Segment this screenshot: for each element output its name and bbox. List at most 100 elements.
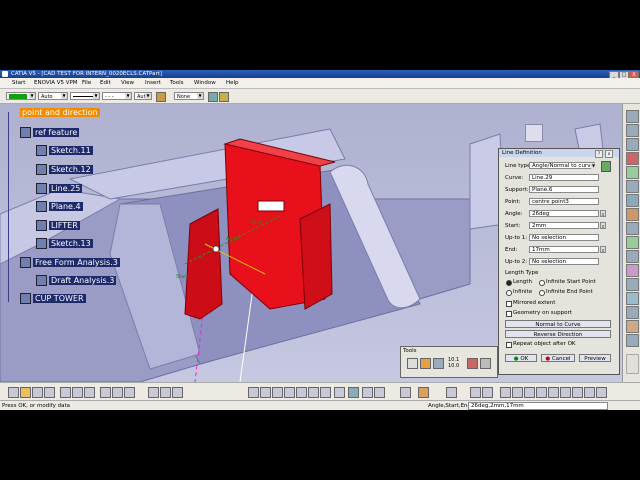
curvature-tool-icon[interactable] [626,334,639,347]
join-tool-icon[interactable] [626,180,639,193]
hide-show-icon[interactable] [362,387,373,398]
symmetry-tool-icon[interactable] [626,264,639,277]
analysis-tool-icon[interactable] [626,306,639,319]
infinite-radio[interactable] [506,290,512,296]
whats-this-icon[interactable] [124,387,135,398]
sketcher-icon[interactable] [418,387,429,398]
trim-tool-icon[interactable] [626,208,639,221]
translate-tool-icon[interactable] [626,236,639,249]
sketch-tool-icon[interactable] [626,152,639,165]
repeat-object-checkbox[interactable] [506,342,512,348]
open-icon[interactable] [20,387,31,398]
wireframe-icon[interactable] [400,387,411,398]
menu-start[interactable]: Start [12,78,25,88]
save-icon[interactable] [32,387,43,398]
help-icon[interactable]: ? [595,150,603,158]
grid-icon[interactable] [433,358,444,369]
formula-icon[interactable] [148,387,159,398]
law-icon[interactable] [172,387,183,398]
chevron-down-icon[interactable]: ▼ [591,163,596,169]
measure-icon[interactable] [480,358,491,369]
cut-icon[interactable] [60,387,71,398]
point-field[interactable]: centre point3 [529,198,599,205]
linetype-dropdown[interactable]: ▼ [70,92,100,100]
thickness-dropdown[interactable]: - - - ▼ [102,92,132,100]
fill-icon[interactable] [548,387,559,398]
rotate-view-icon[interactable] [284,387,295,398]
upto1-field[interactable]: No selection [529,234,599,241]
snap-icon[interactable] [420,358,431,369]
start-field[interactable]: 2mm [529,222,599,229]
pan-icon[interactable] [272,387,283,398]
axis-icon[interactable] [467,358,478,369]
normal-view-icon[interactable] [320,387,331,398]
menu-enovia[interactable]: ENOVIA V5 VPM [34,78,78,88]
layer-dropdown[interactable]: Auto ▼ [38,92,68,100]
upto2-field[interactable]: No selection [529,258,599,265]
tree-node-draft-analysis[interactable]: Draft Analysis.3 [36,275,117,286]
painter-icon[interactable] [208,92,218,102]
point-tool-icon[interactable] [626,110,639,123]
angle-field[interactable]: 26deg [529,210,599,217]
tree-node-ref-feature[interactable]: ref feature [20,127,80,138]
geometry-on-support-checkbox[interactable] [506,311,512,317]
end-field[interactable]: 17mm [529,246,599,253]
draft-tool-icon[interactable] [626,320,639,333]
none-dropdown[interactable]: None ▼ [174,92,204,100]
print-icon[interactable] [44,387,55,398]
menu-insert[interactable]: Insert [145,78,161,88]
menu-view[interactable]: View [121,78,134,88]
normal-to-curve-button[interactable]: Normal to Curve [505,320,611,328]
pattern-tool-icon[interactable] [626,292,639,305]
cancel-button[interactable]: ● Cancel [541,354,575,362]
plane-tool-icon[interactable] [626,138,639,151]
tree-node-sketch-13[interactable]: Sketch.13 [36,238,93,249]
copy-icon[interactable] [72,387,83,398]
curve-field[interactable]: Line.29 [529,174,599,181]
undo-icon[interactable] [100,387,111,398]
transparency-dropdown[interactable]: Aut ▼ [134,92,152,100]
preview-button[interactable]: Preview [579,354,611,362]
compass-icon[interactable] [525,124,543,142]
tree-node-point-and-direction[interactable]: point and direction [20,108,100,117]
shading-icon[interactable] [348,387,359,398]
project-icon[interactable] [584,387,595,398]
point-icon[interactable] [446,387,457,398]
swap-visible-icon[interactable] [374,387,385,398]
color-dropdown[interactable]: ▼ [6,92,36,100]
boundary-icon[interactable] [524,387,535,398]
tree-node-lifter[interactable]: LIFTER [36,220,80,231]
tree-node-free-form-analysis[interactable]: Free Form Analysis.3 [20,257,120,268]
line-type-select[interactable]: Angle/Normal to curve [529,162,595,169]
length-radio[interactable] [506,280,512,286]
infinite-end-radio[interactable] [539,290,545,296]
tree-node-plane-4[interactable]: Plane.4 [36,201,83,212]
zoom-out-icon[interactable] [308,387,319,398]
ok-button[interactable]: ● OK [505,354,537,362]
tree-node-cup-tower[interactable]: CUP TOWER [20,293,86,304]
menu-file[interactable]: File [82,78,91,88]
angle-spinner[interactable]: ⇕ [600,210,606,217]
extract-icon[interactable] [500,387,511,398]
menu-tools[interactable]: Tools [170,78,184,88]
parameter-input[interactable]: 26deg,2mm,17mm [468,402,608,410]
offset-icon[interactable] [482,387,493,398]
tree-node-sketch-12[interactable]: Sketch.12 [36,164,93,175]
support-field[interactable]: Plane.6 [529,186,599,193]
infinite-start-radio[interactable] [539,280,545,286]
paint-bucket-icon[interactable] [219,92,229,102]
intersect-icon[interactable] [596,387,607,398]
sweep-icon[interactable] [560,387,571,398]
surface-icon[interactable] [470,387,481,398]
fit-all-icon[interactable] [260,387,271,398]
menu-edit[interactable]: Edit [100,78,111,88]
fly-mode-icon[interactable] [248,387,259,398]
rotate-tool-icon[interactable] [626,250,639,263]
menu-help[interactable]: Help [226,78,239,88]
line-tool-icon[interactable] [626,124,639,137]
multi-section-icon[interactable] [572,387,583,398]
knowledge-icon[interactable] [160,387,171,398]
split-tool-icon[interactable] [626,194,639,207]
iso-view-icon[interactable] [334,387,345,398]
new-icon[interactable] [8,387,19,398]
